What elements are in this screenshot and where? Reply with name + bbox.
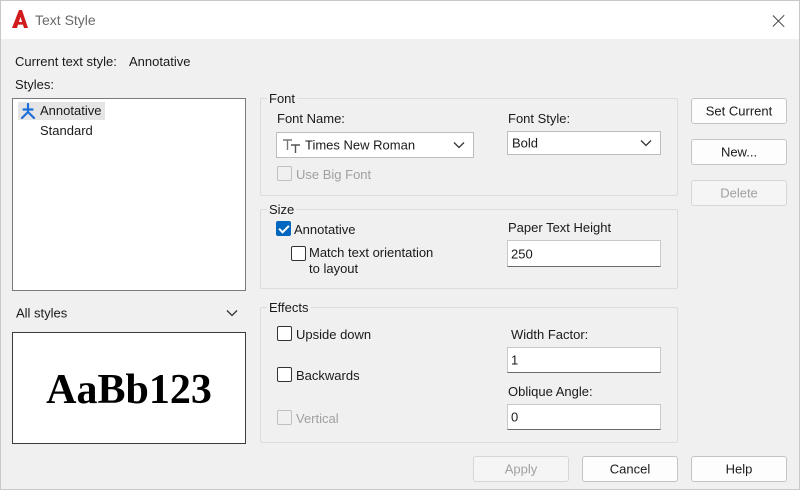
upside-down-checkbox[interactable]	[277, 326, 292, 341]
match-orientation-label-line2: to layout	[309, 261, 359, 276]
cancel-button[interactable]: Cancel	[582, 456, 678, 482]
oblique-angle-value: 0	[511, 409, 519, 425]
chevron-down-icon	[453, 142, 465, 149]
delete-style-label: Delete	[720, 185, 758, 201]
use-big-font-checkbox[interactable]	[277, 166, 292, 181]
style-item-label: Annotative	[40, 103, 102, 118]
style-item-standard[interactable]: Standard	[18, 122, 97, 140]
current-style-value: Annotative	[129, 54, 191, 69]
truetype-font-icon	[283, 139, 300, 153]
backwards-label: Backwards	[296, 368, 360, 383]
cancel-label: Cancel	[609, 461, 651, 477]
oblique-angle-label: Oblique Angle:	[508, 384, 593, 399]
vertical-label: Vertical	[296, 411, 339, 426]
upside-down-label: Upside down	[296, 327, 372, 342]
font-style-label: Font Style:	[508, 111, 571, 126]
delete-style-button[interactable]: Delete	[691, 180, 787, 206]
font-name-dropdown[interactable]: Times New Roman	[276, 132, 474, 158]
styles-label: Styles:	[15, 77, 55, 92]
width-factor-value: 1	[511, 352, 519, 368]
text-style-dialog: Text Style Current text style: Annotativ…	[0, 0, 800, 490]
set-current-label: Set Current	[705, 103, 773, 119]
font-name-value: Times New Roman	[305, 137, 416, 153]
annotative-checkbox[interactable]	[276, 221, 291, 236]
effects-group-title: Effects	[267, 300, 311, 315]
chevron-down-icon	[226, 310, 238, 317]
help-label: Help	[725, 461, 753, 477]
paper-text-height-input[interactable]: 250	[507, 240, 661, 267]
chevron-down-icon	[640, 140, 652, 147]
close-icon[interactable]	[763, 5, 795, 35]
help-button[interactable]: Help	[691, 456, 787, 482]
match-orientation-label-line1: Match text orientation	[309, 245, 434, 260]
font-name-label: Font Name:	[277, 111, 345, 126]
styles-filter-value: All styles	[16, 305, 68, 321]
style-item-annotative[interactable]: Annotative	[18, 102, 106, 120]
oblique-angle-input[interactable]: 0	[507, 404, 661, 430]
backwards-checkbox[interactable]	[277, 367, 292, 382]
set-current-button[interactable]: Set Current	[691, 98, 787, 124]
font-style-dropdown[interactable]: Bold	[507, 131, 661, 155]
styles-list[interactable]: Annotative Standard	[12, 98, 246, 291]
apply-label: Apply	[504, 461, 538, 477]
match-orientation-checkbox[interactable]	[291, 246, 306, 261]
paper-text-height-value: 250	[511, 246, 533, 261]
paper-text-height-label: Paper Text Height	[508, 220, 612, 235]
new-style-label: New...	[720, 144, 758, 160]
preview-text: AaBb123	[46, 367, 212, 413]
font-group-title: Font	[267, 91, 298, 106]
title-bar: Text Style	[1, 1, 799, 39]
new-style-button[interactable]: New...	[691, 139, 787, 165]
use-big-font-label: Use Big Font	[296, 167, 372, 182]
styles-filter-dropdown[interactable]: All styles	[12, 301, 246, 325]
style-preview: AaBb123	[12, 332, 246, 444]
apply-button[interactable]: Apply	[473, 456, 569, 482]
annotative-icon	[20, 103, 36, 119]
style-item-label: Standard	[40, 123, 93, 138]
width-factor-label: Width Factor:	[511, 327, 589, 342]
window-title: Text Style	[35, 12, 96, 28]
width-factor-input[interactable]: 1	[507, 347, 661, 373]
current-style-label: Current text style:	[15, 54, 117, 69]
annotative-label: Annotative	[294, 222, 356, 237]
font-style-value: Bold	[512, 135, 539, 151]
vertical-checkbox[interactable]	[277, 410, 292, 425]
autocad-a-icon	[12, 10, 28, 28]
size-group-title: Size	[267, 202, 297, 217]
